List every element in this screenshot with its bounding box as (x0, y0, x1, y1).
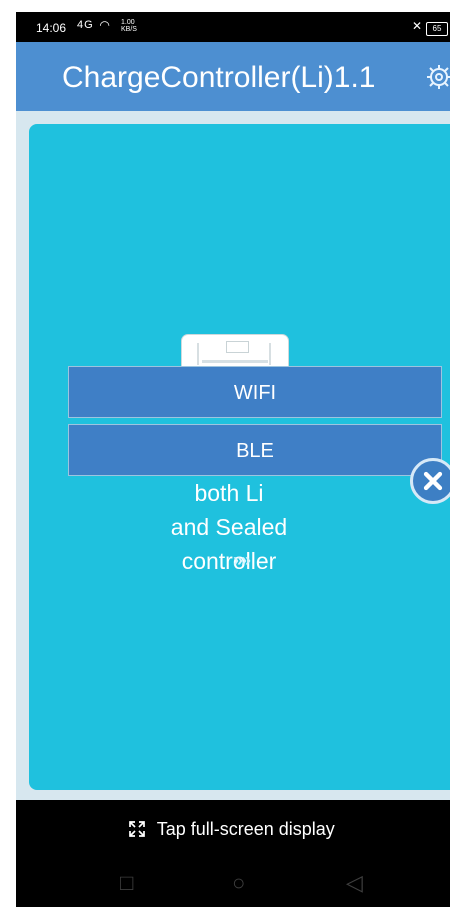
fullscreen-icon (129, 821, 145, 837)
device-detail (202, 360, 268, 363)
wifi-option-button[interactable]: WIFI (68, 366, 442, 418)
network-speed: 1.00 KB/S (121, 19, 137, 33)
device-detail (197, 343, 199, 365)
signal-indicator: 4G (77, 19, 94, 31)
status-bar: 14:06 4G ◜◝ 1.00 KB/S ✕ 65 (16, 12, 450, 42)
bottom-bar: Tap full-screen display □ ○ ◁ (16, 800, 450, 907)
product-line-2: and Sealed (170, 514, 288, 540)
gear-icon[interactable] (426, 64, 450, 90)
device-detail (269, 343, 271, 365)
network-speed-value: 1.00 (121, 19, 135, 26)
fullscreen-button[interactable]: Tap full-screen display (128, 819, 335, 840)
back-button[interactable]: ◁ (346, 870, 363, 896)
wifi-icon: ◜◝ (100, 18, 110, 32)
notification-mute-icon: ✕ (411, 19, 422, 33)
phone-screen: 14:06 4G ◜◝ 1.00 KB/S ✕ 65 ChargeControl… (16, 12, 450, 907)
network-speed-unit: KB/S (121, 26, 137, 33)
content-card: both Li and Sealed controller »» WIFI BL… (29, 124, 450, 790)
swipe-arrows-icon: »» (233, 550, 251, 570)
product-line-3: controller (181, 548, 277, 574)
signal-label: 4G (77, 19, 94, 31)
status-time: 14:06 (36, 21, 67, 35)
app-header: ChargeController(Li)1.1 (16, 42, 450, 111)
home-button[interactable]: ○ (232, 870, 245, 896)
product-line-1: both Li (194, 480, 264, 506)
ble-option-button[interactable]: BLE (68, 424, 442, 476)
app-title: ChargeController(Li)1.1 (62, 61, 376, 94)
battery-icon: 65 (426, 22, 448, 36)
close-icon[interactable] (410, 458, 450, 504)
device-detail (226, 341, 249, 353)
fullscreen-label: Tap full-screen display (156, 819, 335, 839)
recent-apps-button[interactable]: □ (120, 870, 133, 896)
